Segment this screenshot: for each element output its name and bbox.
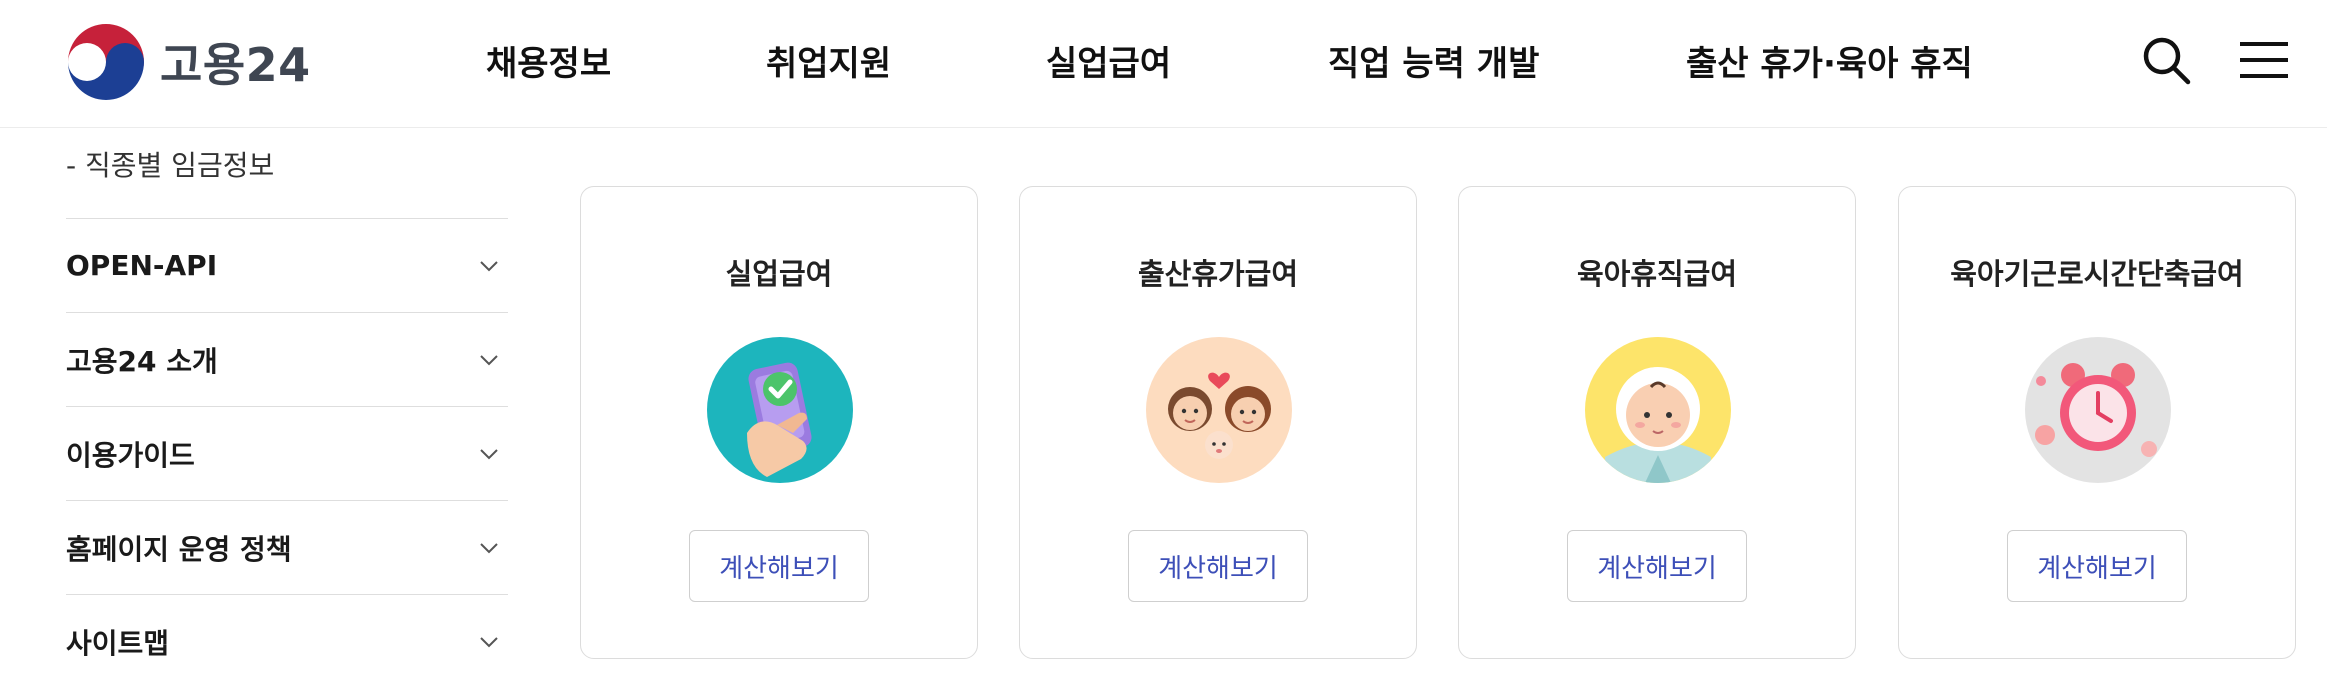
- search-icon[interactable]: [2138, 32, 2194, 88]
- sidebar-item-label: 홈페이지 운영 정책: [66, 532, 292, 566]
- site-logo[interactable]: 고용24: [66, 22, 311, 102]
- nav-item-vocational-training[interactable]: 직업 능력 개발: [1328, 36, 1539, 85]
- alarm-clock-icon: [2025, 337, 2171, 483]
- sidebar-item-guide[interactable]: 이용가이드: [66, 406, 508, 500]
- chevron-down-icon: [480, 542, 498, 553]
- chevron-down-icon: [480, 260, 498, 271]
- baby-icon: [1585, 337, 1731, 483]
- calculate-button[interactable]: 계산해보기: [2007, 530, 2187, 602]
- calc-card-maternity-leave: 출산휴가급여 계산해보기: [1019, 186, 1417, 659]
- sidebar-item-site-policy[interactable]: 홈페이지 운영 정책: [66, 500, 508, 594]
- nav-item-employment-support[interactable]: 취업지원: [766, 36, 891, 85]
- calculate-button[interactable]: 계산해보기: [1128, 530, 1308, 602]
- sidebar-item-label: 이용가이드: [66, 438, 195, 472]
- sidebar-sub-link-wage-info[interactable]: - 직종별 임금정보: [66, 144, 274, 184]
- chevron-down-icon: [480, 636, 498, 647]
- card-title: 출산휴가급여: [1137, 257, 1299, 291]
- nav-item-maternity-parental-leave[interactable]: 출산 휴가·육아 휴직: [1686, 36, 1973, 85]
- sidebar-item-sitemap[interactable]: 사이트맵: [66, 594, 508, 685]
- sidebar-menu: OPEN-API 고용24 소개 이용가이드 홈페이지 운영 정책 사이트맵: [66, 218, 508, 685]
- calculate-button[interactable]: 계산해보기: [1567, 530, 1747, 602]
- logo-text: 고용24: [160, 38, 311, 92]
- card-title: 육아기근로시간단축급여: [1950, 257, 2244, 291]
- sidebar-item-label: 고용24 소개: [66, 344, 218, 378]
- taegeuk-logo-icon: [68, 24, 144, 100]
- card-title: 실업급여: [725, 257, 833, 291]
- calc-card-reduced-hours: 육아기근로시간단축급여 계산해보기: [1898, 186, 2296, 659]
- card-title: 육아휴직급여: [1576, 257, 1738, 291]
- nav-item-unemployment-benefit[interactable]: 실업급여: [1046, 36, 1171, 85]
- site-header: 고용24 채용정보 취업지원 실업급여 직업 능력 개발 출산 휴가·육아 휴직: [0, 0, 2327, 128]
- nav-item-jobs[interactable]: 채용정보: [486, 36, 611, 85]
- sidebar-item-about[interactable]: 고용24 소개: [66, 312, 508, 406]
- sidebar-item-label: 사이트맵: [66, 626, 170, 660]
- chevron-down-icon: [480, 448, 498, 459]
- calc-card-parental-leave: 육아휴직급여 계산해보기: [1458, 186, 1856, 659]
- chevron-down-icon: [480, 354, 498, 365]
- phone-check-icon: [707, 337, 853, 483]
- sidebar-item-open-api[interactable]: OPEN-API: [66, 218, 508, 312]
- calculate-button[interactable]: 계산해보기: [689, 530, 869, 602]
- calc-card-unemployment: 실업급여 계산해보기: [580, 186, 978, 659]
- family-icon: [1146, 337, 1292, 483]
- sidebar-item-label: OPEN-API: [66, 249, 218, 282]
- hamburger-menu-icon[interactable]: [2236, 32, 2292, 88]
